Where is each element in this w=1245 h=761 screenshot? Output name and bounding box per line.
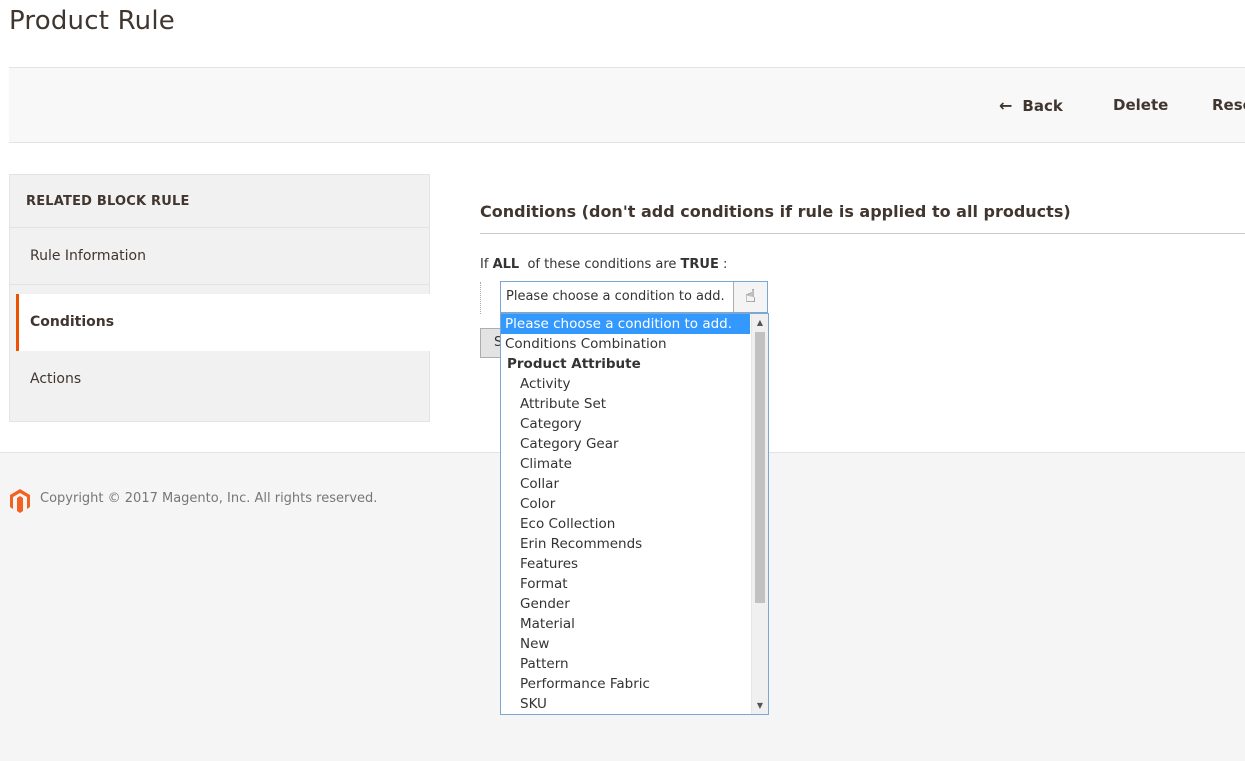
dropdown-option[interactable]: Material (501, 614, 750, 634)
dropdown-option[interactable]: Conditions Combination (501, 334, 750, 354)
tab-rule-information[interactable]: Rule Information (10, 228, 429, 285)
dropdown-option[interactable]: Gender (501, 594, 750, 614)
dropdown-option[interactable]: Erin Recommends (501, 534, 750, 554)
dropdown-option[interactable]: Please choose a condition to add. (501, 314, 750, 334)
dropdown-option[interactable]: Category (501, 414, 750, 434)
condition-middle: of these conditions are (527, 257, 677, 272)
value-toggle[interactable]: TRUE (681, 257, 719, 272)
dropdown-option[interactable]: Collar (501, 474, 750, 494)
aggregator-toggle[interactable]: ALL (493, 257, 520, 272)
dropdown-scrollbar[interactable]: ▲ ▼ (751, 314, 768, 714)
dropdown-option[interactable]: Color (501, 494, 750, 514)
dropdown-option[interactable]: Attribute Set (501, 394, 750, 414)
page-title: Product Rule (9, 6, 175, 36)
dropdown-option[interactable]: Performance Fabric (501, 674, 750, 694)
page-actions-bar: ← Back Delete Rese (9, 67, 1245, 143)
condition-select-value: Please choose a condition to add. (506, 289, 725, 304)
dropdown-option[interactable]: SKU (501, 694, 750, 714)
condition-dropdown-list[interactable]: Please choose a condition to add. Conditi… (500, 313, 769, 715)
dropdown-option[interactable]: Activity (501, 374, 750, 394)
dropdown-option[interactable]: New (501, 634, 750, 654)
dropdown-option[interactable]: Features (501, 554, 750, 574)
conditions-section-title: Conditions (don't add conditions if rule… (480, 202, 1071, 221)
copyright-text: Copyright © 2017 Magento, Inc. All right… (40, 491, 378, 506)
dropdown-option[interactable]: Format (501, 574, 750, 594)
tab-actions[interactable]: Actions (10, 351, 429, 408)
tab-conditions[interactable]: Conditions (16, 294, 431, 351)
scrollbar-thumb[interactable] (755, 332, 765, 603)
dropdown-options: Please choose a condition to add. Conditi… (501, 314, 768, 714)
tabs-heading: RELATED BLOCK RULE (10, 175, 429, 228)
dropdown-option[interactable]: Climate (501, 454, 750, 474)
condition-suffix: : (723, 257, 728, 272)
arrow-left-icon: ← (999, 96, 1013, 115)
reset-button[interactable]: Rese (1212, 96, 1245, 114)
triangle-up-icon[interactable]: ▲ (752, 314, 768, 331)
dropdown-option[interactable]: Pattern (501, 654, 750, 674)
dropdown-optgroup: Product Attribute (507, 356, 641, 372)
section-divider (480, 233, 1245, 234)
dropdown-option[interactable]: Category Gear (501, 434, 750, 454)
condition-tree-line (480, 282, 482, 314)
back-button[interactable]: ← Back (999, 96, 1063, 115)
dropdown-option[interactable]: Eco Collection (501, 514, 750, 534)
rule-tabs: RELATED BLOCK RULE Rule Information Cond… (9, 174, 431, 422)
magento-logo-icon (10, 489, 30, 513)
partially-hidden-button[interactable]: S (480, 328, 502, 358)
back-label: Back (1022, 97, 1063, 115)
delete-button[interactable]: Delete (1113, 96, 1168, 114)
condition-statement: If ALL of these conditions are TRUE : (480, 257, 727, 272)
triangle-down-icon[interactable]: ▼ (752, 697, 768, 714)
condition-prefix: If (480, 257, 489, 272)
hand-pointer-icon[interactable]: ☝ (733, 282, 767, 312)
condition-select[interactable]: Please choose a condition to add. ☝ (500, 281, 768, 313)
